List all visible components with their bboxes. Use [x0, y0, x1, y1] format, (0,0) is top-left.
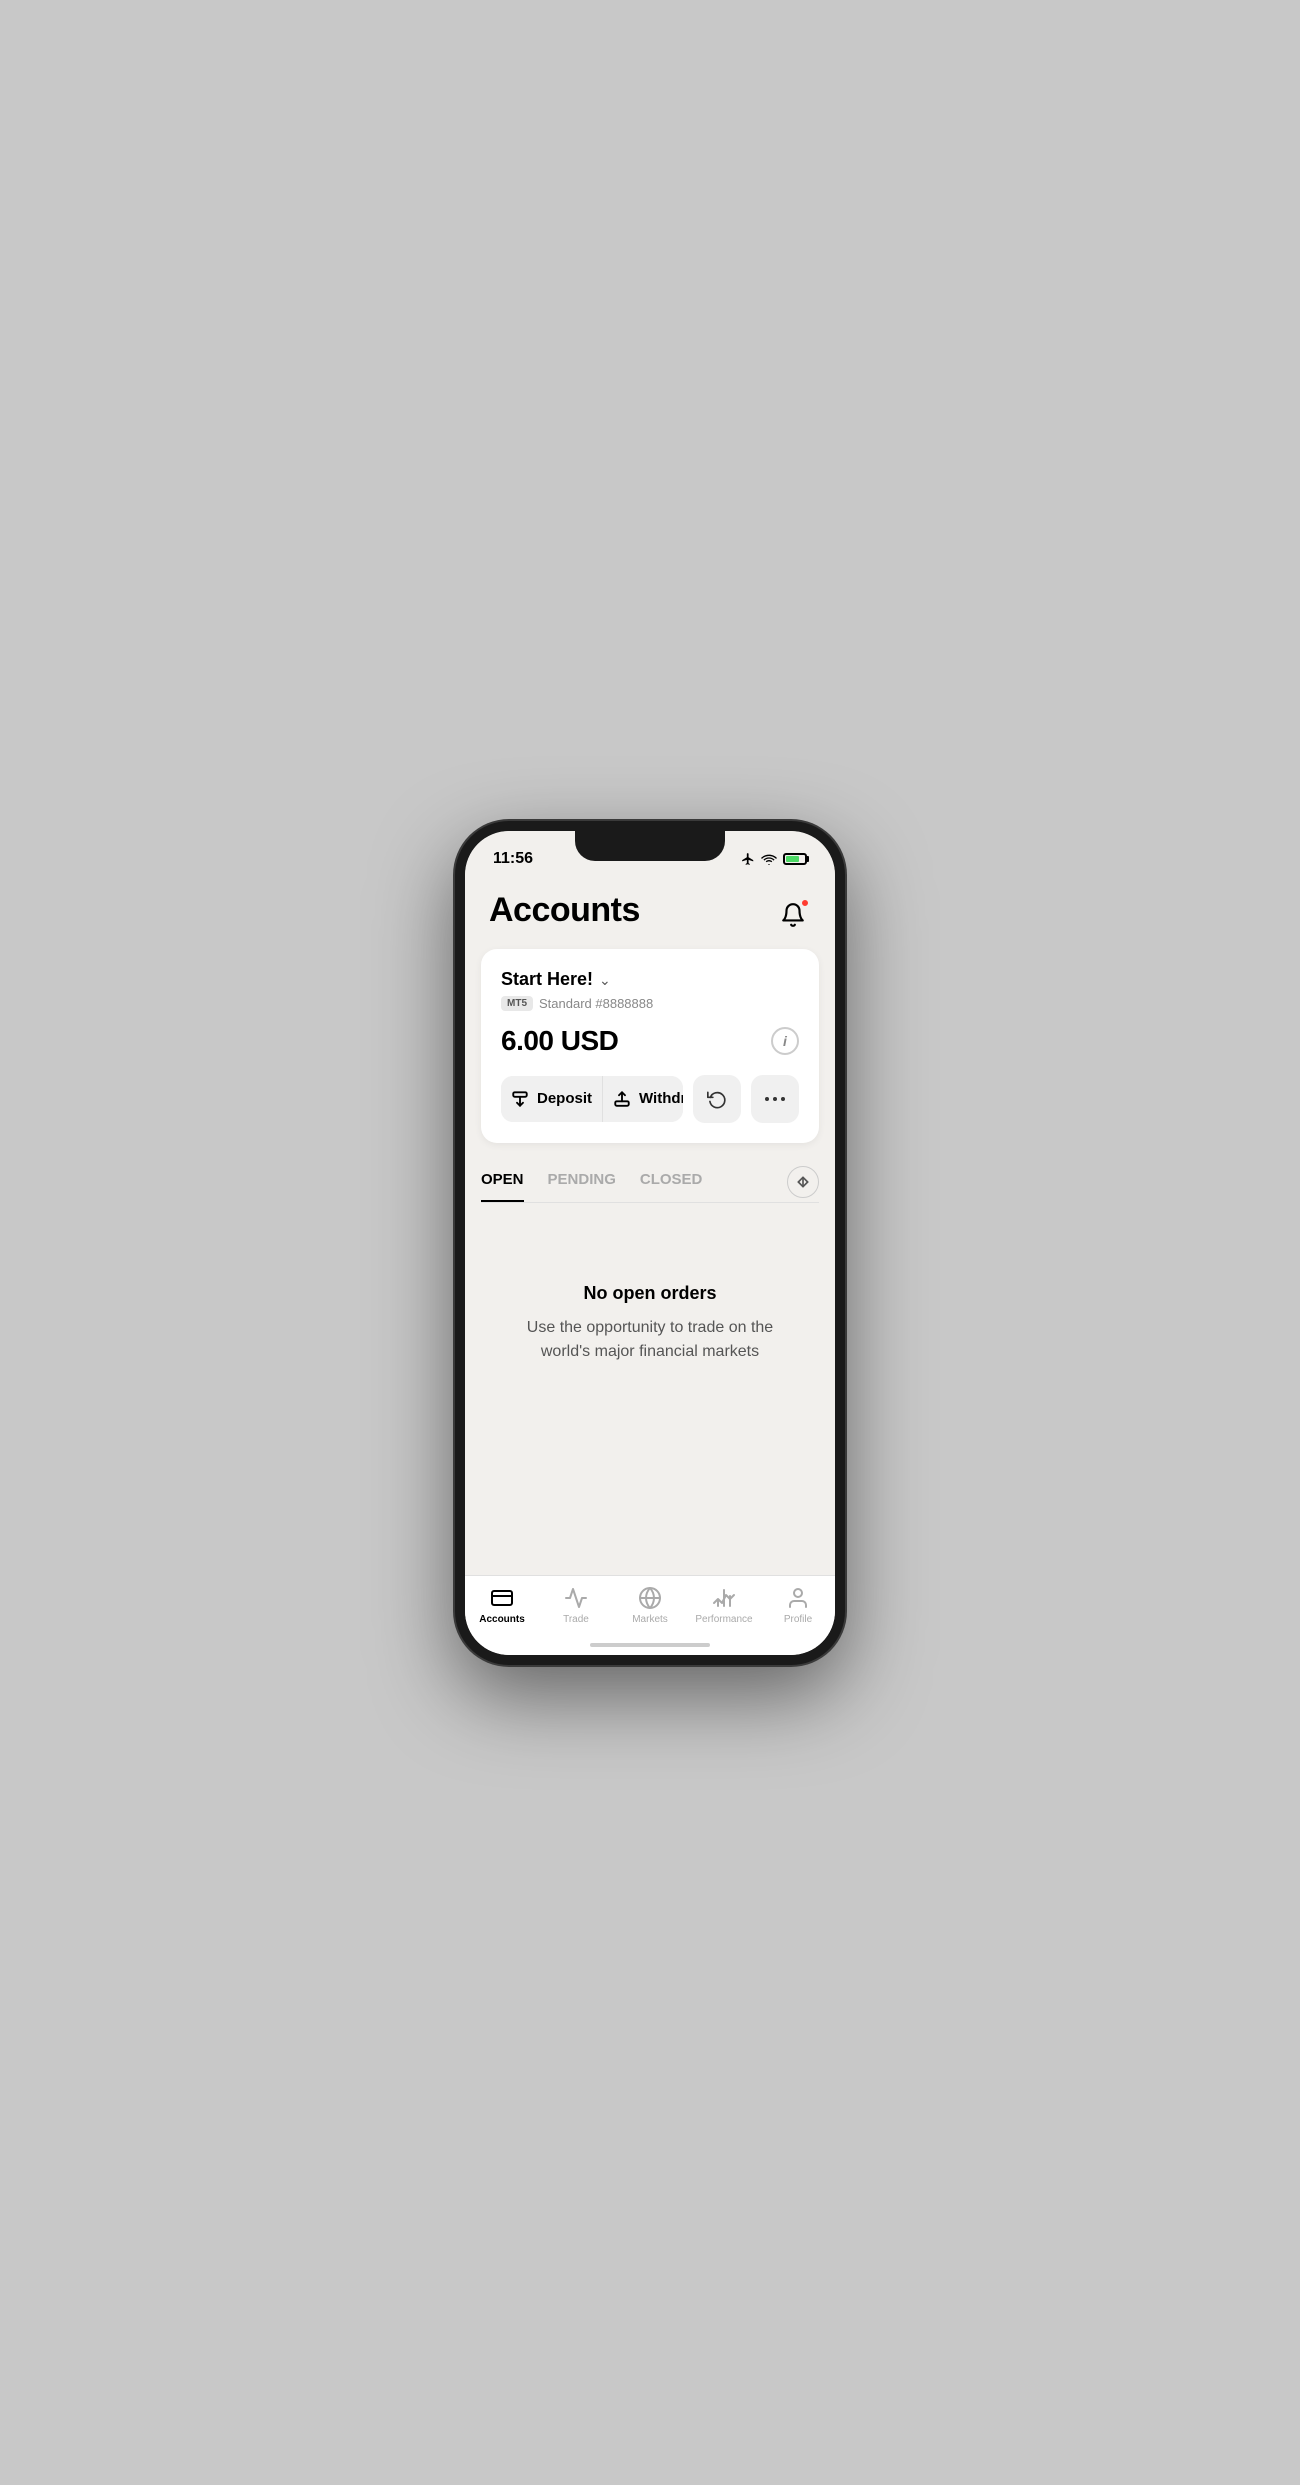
tabs-header: OPEN PENDING CLOSED: [481, 1163, 819, 1202]
account-meta: MT5 Standard #8888888: [501, 996, 799, 1011]
balance-row: 6.00 USD i: [501, 1025, 799, 1057]
withdraw-icon: [613, 1090, 631, 1108]
notification-button[interactable]: [775, 897, 811, 933]
info-button[interactable]: i: [771, 1027, 799, 1055]
accounts-nav-icon: [490, 1586, 514, 1610]
profile-nav-label: Profile: [784, 1614, 812, 1625]
battery-icon: [783, 853, 807, 865]
page-title: Accounts: [489, 891, 640, 930]
status-icons: [741, 852, 807, 866]
sort-button[interactable]: [787, 1166, 819, 1198]
markets-nav-icon: [638, 1586, 662, 1610]
tab-closed[interactable]: CLOSED: [640, 1163, 703, 1202]
home-indicator: [590, 1643, 710, 1647]
balance-amount: 6.00 USD: [501, 1025, 618, 1057]
status-time: 11:56: [493, 850, 533, 868]
nav-trade[interactable]: Trade: [546, 1586, 606, 1625]
tab-open[interactable]: OPEN: [481, 1163, 524, 1202]
empty-state: No open orders Use the opportunity to tr…: [465, 1203, 835, 1404]
markets-nav-label: Markets: [632, 1614, 668, 1625]
accounts-nav-label: Accounts: [479, 1614, 525, 1625]
account-name: Start Here!: [501, 969, 593, 990]
deposit-icon: [511, 1090, 529, 1108]
airplane-icon: [741, 852, 755, 866]
account-selector[interactable]: Start Here! ⌄: [501, 969, 799, 990]
nav-profile[interactable]: Profile: [768, 1586, 828, 1625]
history-icon: [707, 1089, 727, 1109]
withdraw-label: Withdraw: [639, 1090, 683, 1107]
deposit-withdraw-group: Deposit Withdraw: [501, 1076, 683, 1122]
wifi-icon: [761, 853, 777, 865]
account-card: Start Here! ⌄ MT5 Standard #8888888 6.00…: [481, 949, 819, 1143]
mt5-badge: MT5: [501, 996, 533, 1011]
nav-markets[interactable]: Markets: [620, 1586, 680, 1625]
action-buttons: Deposit Withdraw: [501, 1075, 799, 1123]
main-content[interactable]: Accounts Start Here! ⌄ MT: [465, 881, 835, 1655]
withdraw-button[interactable]: Withdraw: [603, 1076, 683, 1122]
nav-accounts[interactable]: Accounts: [472, 1586, 532, 1625]
chevron-down-icon: ⌄: [599, 972, 611, 989]
notch: [575, 831, 725, 861]
tabs-container: OPEN PENDING CLOSED: [465, 1163, 835, 1202]
more-options-button[interactable]: [751, 1075, 799, 1123]
tab-pending[interactable]: PENDING: [548, 1163, 616, 1202]
deposit-button[interactable]: Deposit: [501, 1076, 603, 1122]
trade-nav-label: Trade: [563, 1614, 589, 1625]
performance-nav-icon: [712, 1586, 736, 1610]
history-button[interactable]: [693, 1075, 741, 1123]
trade-nav-icon: [564, 1586, 588, 1610]
screen: 11:56 Accounts: [465, 831, 835, 1655]
deposit-label: Deposit: [537, 1090, 592, 1107]
info-icon-label: i: [783, 1033, 787, 1049]
phone-frame: 11:56 Accounts: [455, 821, 845, 1665]
empty-title: No open orders: [583, 1283, 716, 1304]
account-number: Standard #8888888: [539, 996, 653, 1011]
header: Accounts: [465, 881, 835, 949]
battery-fill: [786, 856, 799, 862]
notification-dot: [801, 899, 809, 907]
nav-performance[interactable]: Performance: [694, 1586, 754, 1625]
more-icon: [765, 1097, 785, 1101]
tabs-list: OPEN PENDING CLOSED: [481, 1163, 702, 1202]
sort-icon: [795, 1174, 811, 1190]
profile-nav-icon: [786, 1586, 810, 1610]
performance-nav-label: Performance: [695, 1614, 752, 1625]
empty-description: Use the opportunity to trade on the worl…: [505, 1316, 795, 1364]
